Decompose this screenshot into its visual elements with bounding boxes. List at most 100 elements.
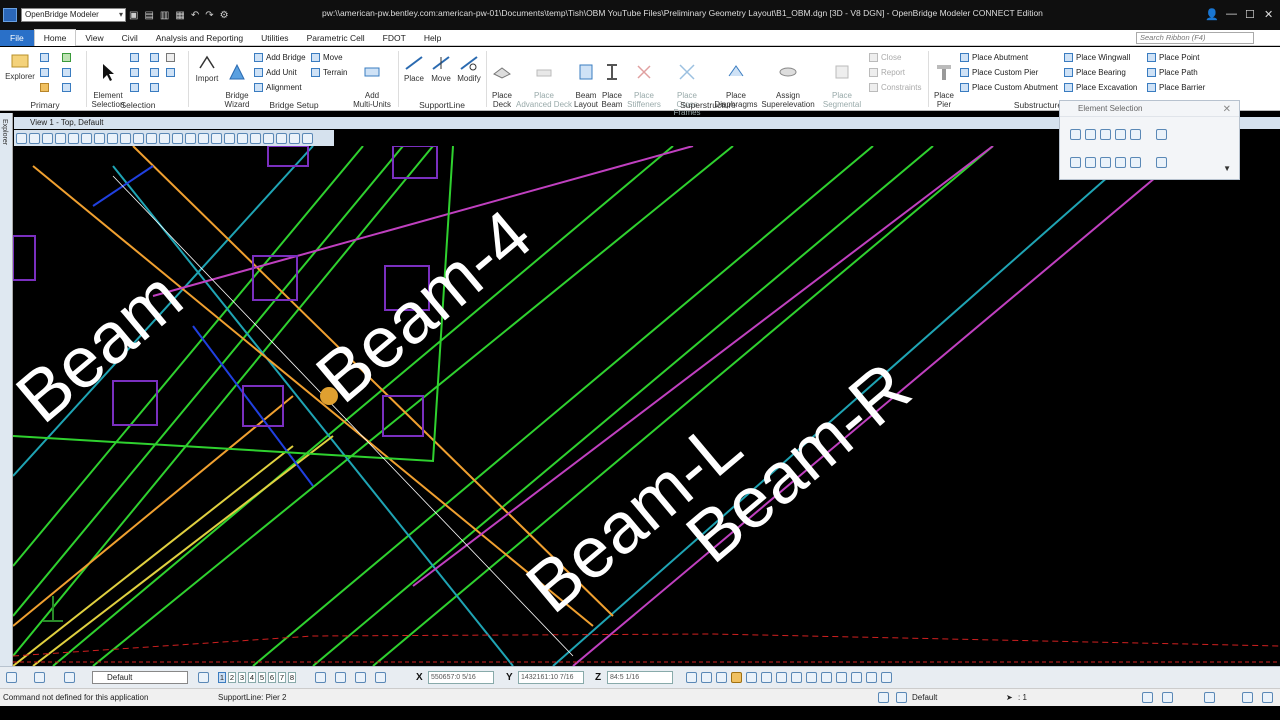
levels-icon[interactable] (263, 132, 274, 144)
saved-views-icon[interactable] (302, 132, 313, 144)
clip-mask-icon[interactable] (211, 132, 222, 144)
redo-icon[interactable]: ↷ (205, 10, 213, 21)
zoom-out-icon[interactable] (81, 132, 92, 144)
view-previous-icon[interactable] (146, 132, 157, 144)
supportline-place-button[interactable]: Place (401, 53, 427, 84)
view-groups-icon[interactable] (198, 672, 209, 683)
level-select[interactable]: Default (92, 671, 188, 684)
active-snap-icon[interactable] (731, 672, 742, 683)
keypoint-snap-icon[interactable] (355, 672, 366, 683)
sync-icon[interactable] (1242, 692, 1253, 703)
lock-icon[interactable] (896, 692, 907, 703)
snap-grid-icon[interactable] (686, 672, 697, 683)
active-level[interactable]: Default (912, 689, 937, 707)
tangent-snap-icon[interactable] (821, 672, 832, 683)
workspace-select[interactable]: OpenBridge Modeler (21, 8, 126, 22)
accudraw-icon[interactable] (335, 672, 346, 683)
clear-mode-icon[interactable] (1130, 157, 1141, 168)
primary-tool-2[interactable] (62, 53, 71, 62)
expand-dialog-icon[interactable]: ▼ (1223, 164, 1231, 173)
selection-tool-2[interactable] (150, 53, 159, 62)
display-style-icon[interactable] (29, 132, 40, 144)
snap-icon[interactable] (315, 672, 326, 683)
midpoint-snap-icon[interactable] (746, 672, 757, 683)
nearest-snap-icon[interactable] (761, 672, 772, 683)
minimize-button[interactable]: — (1226, 8, 1237, 20)
snap-grid-icon[interactable] (701, 672, 712, 683)
select-all-icon[interactable] (1156, 157, 1167, 168)
tab-file[interactable]: File (0, 29, 34, 46)
user-icon[interactable]: 👤 (1205, 8, 1219, 21)
selection-tool-7[interactable] (130, 83, 139, 92)
place-custom-pier-button[interactable]: Place Custom Pier (960, 68, 1038, 77)
tab-utilities[interactable]: Utilities (252, 30, 297, 46)
place-deck-button[interactable]: Place Deck (489, 53, 515, 109)
bridge-wizard-button[interactable]: Bridge Wizard (222, 53, 252, 109)
line-method-icon[interactable] (1130, 129, 1141, 140)
print-icon[interactable]: ▦ (175, 10, 184, 21)
view-3-button[interactable]: 3 (238, 672, 246, 683)
origin-snap-icon[interactable] (806, 672, 817, 683)
add-unit-button[interactable]: Add Unit (254, 68, 297, 77)
place-bearing-button[interactable]: Place Bearing (1064, 68, 1126, 77)
display-icon[interactable] (250, 132, 261, 144)
add-bridge-button[interactable]: Add Bridge (254, 53, 306, 62)
tentative-snap-icon[interactable] (881, 672, 892, 683)
camera-icon[interactable] (185, 132, 196, 144)
primary-tool-5[interactable] (40, 83, 49, 92)
place-advanced-deck-button[interactable]: Place Advanced Deck (515, 53, 573, 109)
z-coordinate-field[interactable]: 84:5 1/16 (607, 671, 673, 684)
view-settings-icon[interactable] (42, 132, 53, 144)
search-ribbon-input[interactable]: Search Ribbon (F4) (1136, 32, 1254, 44)
render-icon[interactable] (237, 132, 248, 144)
parallel-snap-icon[interactable] (866, 672, 877, 683)
clear-selection-icon[interactable] (1156, 129, 1167, 140)
tab-analysis-reporting[interactable]: Analysis and Reporting (147, 30, 252, 46)
view-7-button[interactable]: 7 (278, 672, 286, 683)
close-button[interactable]: ✕ (1264, 8, 1273, 21)
beam-layout-button[interactable]: Beam Layout (574, 53, 598, 109)
move-button[interactable]: Move (311, 53, 343, 62)
y-coordinate-field[interactable]: 1432161:10 7/16 (518, 671, 584, 684)
selection-tool-4[interactable] (130, 68, 139, 77)
tab-parametric-cell[interactable]: Parametric Cell (298, 30, 374, 46)
close-button-ribbon[interactable]: Close (869, 53, 901, 62)
selection-tool-1[interactable] (130, 53, 139, 62)
import-button[interactable]: Import (193, 53, 221, 84)
center-snap-icon[interactable] (791, 672, 802, 683)
notification-icon[interactable] (1162, 692, 1173, 703)
primary-tool-4[interactable] (62, 68, 71, 77)
view-8-button[interactable]: 8 (288, 672, 296, 683)
pan-view-icon[interactable] (133, 132, 144, 144)
circle-method-icon[interactable] (1115, 129, 1126, 140)
view-2-button[interactable]: 2 (228, 672, 236, 683)
place-beam-button[interactable]: Place Beam (600, 53, 624, 109)
place-abutment-button[interactable]: Place Abutment (960, 53, 1028, 62)
tab-view[interactable]: View (76, 30, 112, 46)
snap-grid-icon[interactable] (716, 672, 727, 683)
invert-mode-icon[interactable] (1115, 157, 1126, 168)
individual-method-icon[interactable] (1070, 129, 1081, 140)
undo-icon[interactable]: ↶ (191, 10, 199, 21)
explorer-button[interactable]: Explorer (4, 51, 36, 82)
toggle-3d-icon[interactable] (224, 132, 235, 144)
layers-icon[interactable] (64, 672, 75, 683)
maximize-button[interactable]: ☐ (1245, 8, 1255, 21)
supportline-move-button[interactable]: Move (428, 53, 454, 84)
selection-tool-8[interactable] (150, 83, 159, 92)
copy-view-icon[interactable] (172, 132, 183, 144)
bisector-snap-icon[interactable] (851, 672, 862, 683)
update-view-icon[interactable] (55, 132, 66, 144)
grid-lock-icon[interactable] (375, 672, 386, 683)
scale-icon[interactable] (289, 132, 300, 144)
supportline-modify-button[interactable]: Modify (455, 53, 483, 84)
fit-view-icon[interactable] (107, 132, 118, 144)
x-coordinate-field[interactable]: 550657:0 5/16 (428, 671, 494, 684)
connection-icon[interactable] (1204, 692, 1215, 703)
assign-superelevation-button[interactable]: Assign Superelevation (760, 53, 816, 109)
tab-fdot[interactable]: FDOT (374, 30, 415, 46)
tab-civil[interactable]: Civil (113, 30, 147, 46)
message-center-icon[interactable] (1142, 692, 1153, 703)
zoom-in-icon[interactable] (68, 132, 79, 144)
settings-icon[interactable]: ⚙ (220, 10, 229, 21)
